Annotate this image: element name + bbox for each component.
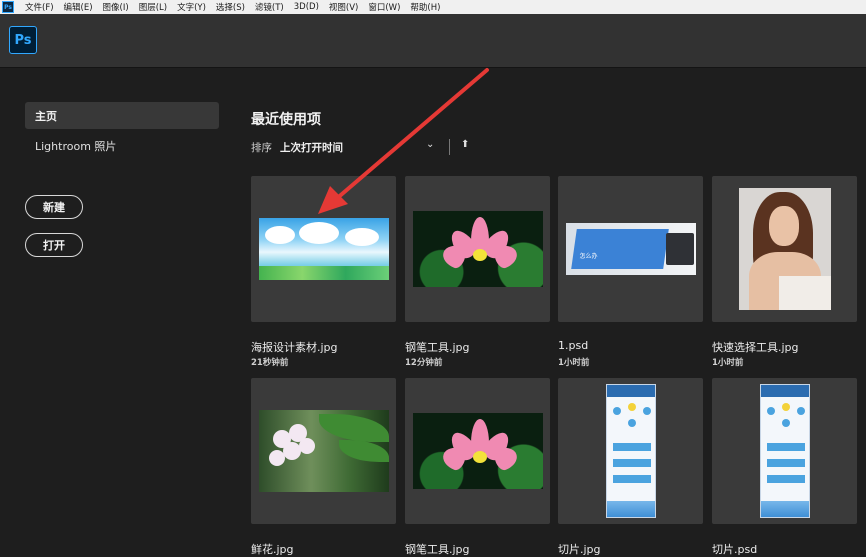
file-card[interactable]: 怎么办: [558, 176, 703, 322]
menu-image[interactable]: 图像(I): [98, 1, 134, 13]
file-thumbnail: [412, 211, 543, 287]
file-time: 1小时前: [558, 358, 590, 368]
sidebar-item-home[interactable]: 主页: [25, 102, 219, 129]
sort-dropdown[interactable]: 上次打开时间: [280, 140, 343, 155]
new-button[interactable]: 新建: [25, 195, 83, 219]
file-thumbnail: 怎么办: [565, 223, 696, 275]
file-thumbnail: [258, 218, 389, 280]
app-header: Ps: [0, 14, 866, 68]
file-name[interactable]: 切片.psd: [712, 541, 757, 557]
menu-layer[interactable]: 图层(L): [134, 1, 172, 13]
file-card[interactable]: [251, 378, 396, 524]
file-card[interactable]: [712, 176, 857, 322]
sort-row: 排序 上次打开时间 ⌄ ⬆: [251, 139, 491, 155]
file-card[interactable]: [405, 378, 550, 524]
arrow-up-icon[interactable]: ⬆: [461, 139, 469, 150]
menu-edit[interactable]: 编辑(E): [59, 1, 98, 13]
file-thumbnail: [258, 410, 389, 492]
thumbnail-text: 怎么办: [579, 253, 598, 260]
menu-type[interactable]: 文字(Y): [172, 1, 211, 13]
app-icon: Ps: [2, 1, 14, 13]
recent-title: 最近使用项: [251, 112, 321, 128]
file-time: 12分钟前: [405, 358, 443, 368]
sort-label: 排序: [251, 141, 272, 154]
menu-select[interactable]: 选择(S): [211, 1, 250, 13]
file-card[interactable]: [712, 378, 857, 524]
file-name[interactable]: 钢笔工具.jpg: [405, 541, 470, 557]
file-thumbnail: [605, 384, 656, 518]
sort-divider: [449, 139, 450, 155]
menu-help[interactable]: 帮助(H): [405, 1, 445, 13]
file-time: 21秒钟前: [251, 358, 289, 368]
open-button[interactable]: 打开: [25, 233, 83, 257]
file-card[interactable]: [558, 378, 703, 524]
file-name[interactable]: 海报设计素材.jpg: [251, 339, 338, 355]
file-thumbnail: [759, 384, 810, 518]
menu-bar: Ps 文件(F) 编辑(E) 图像(I) 图层(L) 文字(Y) 选择(S) 滤…: [0, 0, 866, 14]
home-screen: 主页 Lightroom 照片 新建 打开 最近使用项 排序 上次打开时间 ⌄ …: [0, 69, 866, 557]
file-name[interactable]: 鲜花.jpg: [251, 541, 294, 557]
menu-file[interactable]: 文件(F): [20, 1, 59, 13]
chevron-down-icon[interactable]: ⌄: [426, 139, 434, 150]
menu-filter[interactable]: 滤镜(T): [250, 1, 289, 13]
file-card[interactable]: [405, 176, 550, 322]
file-card[interactable]: [251, 176, 396, 322]
file-name[interactable]: 切片.jpg: [558, 541, 601, 557]
file-thumbnail: [738, 188, 831, 310]
file-time: 1小时前: [712, 358, 744, 368]
file-name[interactable]: 钢笔工具.jpg: [405, 339, 470, 355]
menu-3d[interactable]: 3D(D): [289, 2, 324, 12]
file-thumbnail: [412, 413, 543, 489]
photoshop-logo: Ps: [9, 26, 37, 54]
menu-window[interactable]: 窗口(W): [363, 1, 405, 13]
file-name[interactable]: 快速选择工具.jpg: [712, 339, 799, 355]
sidebar-item-lightroom[interactable]: Lightroom 照片: [35, 138, 116, 154]
menu-view[interactable]: 视图(V): [324, 1, 363, 13]
file-name[interactable]: 1.psd: [558, 339, 588, 352]
